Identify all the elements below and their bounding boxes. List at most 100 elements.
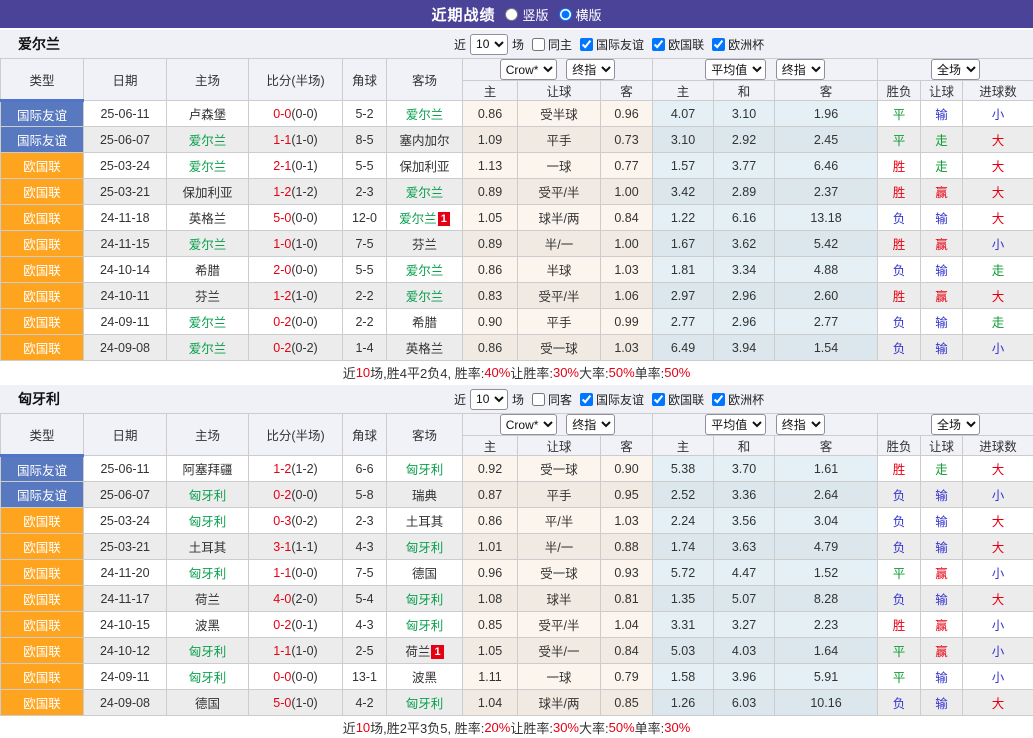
goals-result-cell: 大: [963, 456, 1033, 482]
away-odds-cell: 0.79: [601, 664, 653, 690]
recent-count-select[interactable]: 10: [470, 34, 508, 55]
avg-away-cell: 2.23: [775, 612, 878, 638]
nations-league-checkbox[interactable]: [652, 393, 665, 406]
vertical-layout-option[interactable]: 竖版: [505, 5, 548, 24]
average-odds-select[interactable]: 平均值: [705, 414, 766, 435]
avg-away-cell: 1.96: [775, 101, 878, 127]
match-row: 欧国联24-11-18英格兰5-0(0-0)12-0爱尔兰11.05球半/两0.…: [1, 205, 1033, 231]
wdl-result-cell: 负: [878, 309, 921, 335]
avg-draw-cell: 3.77: [714, 153, 775, 179]
avg-draw-header: 和: [714, 436, 775, 456]
score-cell: 1-0(1-0): [249, 231, 343, 257]
summary-text: 50%: [609, 720, 635, 735]
bookmaker-select[interactable]: Crow*: [500, 414, 557, 435]
goals-result-cell: 大: [963, 508, 1033, 534]
odds-home-header: 主: [463, 436, 518, 456]
euro-cup-checkbox[interactable]: [712, 393, 725, 406]
handicap-cell: 平/半: [518, 508, 601, 534]
friendly-checkbox[interactable]: [580, 393, 593, 406]
date-column-header[interactable]: 日期: [84, 414, 167, 456]
recent-count-select[interactable]: 10: [470, 389, 508, 410]
away-odds-cell: 1.06: [601, 283, 653, 309]
team-section: 爱尔兰 近 10 场 同主 国际友谊 欧国联 欧洲杯: [0, 30, 1033, 383]
avg-away-cell: 8.28: [775, 586, 878, 612]
same-venue-checkbox[interactable]: [532, 393, 545, 406]
home-odds-cell: 1.05: [463, 638, 518, 664]
date-column-header[interactable]: 日期: [84, 59, 167, 101]
score-column-header[interactable]: 比分(半场): [249, 414, 343, 456]
handicap-header: 让球: [518, 81, 601, 101]
friendly-checkbox[interactable]: [580, 38, 593, 51]
result-group-header: 全场: [878, 59, 1033, 81]
type-column-header[interactable]: 类型: [1, 59, 84, 101]
fullmatch-select[interactable]: 全场: [931, 59, 980, 80]
handicap-cell: 球半: [518, 586, 601, 612]
horizontal-layout-option[interactable]: 横版: [559, 5, 602, 24]
horizontal-radio[interactable]: [559, 8, 572, 21]
away-odds-cell: 0.93: [601, 560, 653, 586]
fullmatch-select[interactable]: 全场: [931, 414, 980, 435]
match-row: 欧国联25-03-21保加利亚1-2(1-2)2-3爱尔兰0.89受平/半1.0…: [1, 179, 1033, 205]
score-cell: 2-0(0-0): [249, 257, 343, 283]
same-venue-checkbox[interactable]: [532, 38, 545, 51]
nations-league-checkbox[interactable]: [652, 38, 665, 51]
games-label: 场: [512, 36, 524, 53]
away-team-cell: 爱尔兰: [387, 257, 463, 283]
team-name: 爱尔兰: [18, 34, 60, 54]
handicap-cell: 半/一: [518, 534, 601, 560]
home-team-cell: 匈牙利: [167, 508, 249, 534]
goals-result-cell: 小: [963, 664, 1033, 690]
score-cell: 1-2(1-2): [249, 456, 343, 482]
home-odds-cell: 0.87: [463, 482, 518, 508]
score-cell: 0-0(0-0): [249, 101, 343, 127]
summary-text: 50%: [609, 365, 635, 380]
wdl-result-cell: 胜: [878, 231, 921, 257]
handicap-cell: 受平/半: [518, 612, 601, 638]
team-section: 匈牙利 近 10 场 同客 国际友谊 欧国联 欧洲杯: [0, 385, 1033, 738]
home-column-header[interactable]: 主场: [167, 59, 249, 101]
average-odds-select[interactable]: 平均值: [705, 59, 766, 80]
away-odds-cell: 0.84: [601, 638, 653, 664]
bookmaker-select[interactable]: Crow*: [500, 59, 557, 80]
type-cell: 国际友谊: [1, 482, 84, 508]
away-odds-cell: 0.95: [601, 482, 653, 508]
away-odds-cell: 1.00: [601, 179, 653, 205]
goals-result-cell: 小: [963, 335, 1033, 361]
handicap-cell: 受一球: [518, 456, 601, 482]
nations-league-label: 欧国联: [668, 36, 704, 53]
final-odds-select[interactable]: 终指: [566, 414, 615, 435]
avg-away-cell: 3.04: [775, 508, 878, 534]
home-column-header[interactable]: 主场: [167, 414, 249, 456]
score-column-header[interactable]: 比分(半场): [249, 59, 343, 101]
euro-cup-checkbox[interactable]: [712, 38, 725, 51]
handicap-result-cell: 输: [921, 101, 963, 127]
home-team-cell: 爱尔兰: [167, 153, 249, 179]
final-odds-select-2[interactable]: 终指: [776, 59, 825, 80]
team-name: 匈牙利: [18, 389, 60, 409]
handicap-result-cell: 输: [921, 586, 963, 612]
handicap-result-cell: 输: [921, 664, 963, 690]
corner-column-header[interactable]: 角球: [343, 414, 387, 456]
vertical-radio[interactable]: [505, 8, 518, 21]
date-cell: 24-09-11: [84, 309, 167, 335]
type-column-header[interactable]: 类型: [1, 414, 84, 456]
summary-text: 场,胜4平2负4, 胜率:: [370, 363, 484, 382]
summary-text: 大率:: [579, 363, 609, 382]
summary-text: 大率:: [579, 718, 609, 737]
away-team-cell: 塞内加尔: [387, 127, 463, 153]
result-group-header: 全场: [878, 414, 1033, 436]
home-odds-cell: 0.92: [463, 456, 518, 482]
final-odds-select-2[interactable]: 终指: [776, 414, 825, 435]
corner-cell: 4-2: [343, 690, 387, 716]
match-row: 欧国联24-09-08德国5-0(1-0)4-2匈牙利1.04球半/两0.851…: [1, 690, 1033, 716]
final-odds-select[interactable]: 终指: [566, 59, 615, 80]
handicap-cell: 球半/两: [518, 205, 601, 231]
match-row: 欧国联25-03-24匈牙利0-3(0-2)2-3土耳其0.86平/半1.032…: [1, 508, 1033, 534]
summary-text: 10: [356, 720, 370, 735]
away-column-header[interactable]: 客场: [387, 59, 463, 101]
wdl-result-cell: 平: [878, 101, 921, 127]
away-column-header[interactable]: 客场: [387, 414, 463, 456]
near-label: 近: [454, 36, 466, 53]
goals-result-cell: 大: [963, 153, 1033, 179]
corner-column-header[interactable]: 角球: [343, 59, 387, 101]
